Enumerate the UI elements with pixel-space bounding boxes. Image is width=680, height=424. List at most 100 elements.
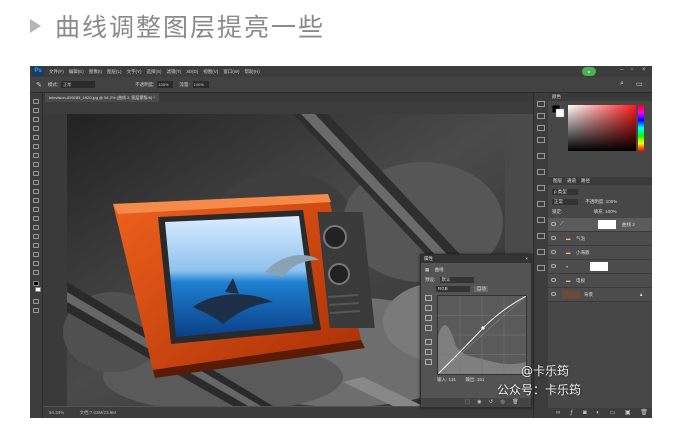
eye-icon[interactable] (551, 264, 556, 268)
gradient-tool-icon[interactable] (33, 198, 39, 203)
path-select-tool-icon[interactable] (33, 243, 39, 248)
healing-tool-icon[interactable] (33, 153, 39, 158)
eye-icon[interactable] (551, 250, 556, 254)
marquee-tool-icon[interactable] (33, 108, 39, 113)
fx-icon[interactable]: ƒ (570, 410, 573, 416)
lasso-tool-icon[interactable] (33, 117, 39, 122)
channel-select[interactable]: RGB (436, 286, 470, 292)
dodge-tool-icon[interactable] (33, 216, 39, 221)
brush-panel-icon[interactable] (537, 137, 545, 143)
account-avatar[interactable]: ● (582, 67, 596, 76)
eraser-tool-icon[interactable] (33, 189, 39, 194)
menu-window[interactable]: 窗口(W) (223, 69, 239, 75)
link-layers-icon[interactable]: ∞ (556, 410, 560, 416)
menu-file[interactable]: 文件(F) (49, 69, 64, 75)
zoom-tool-icon[interactable] (33, 270, 39, 275)
opacity-input[interactable]: 100% (157, 81, 174, 88)
quick-select-tool-icon[interactable] (33, 126, 39, 131)
menu-layer[interactable]: 图层(L) (107, 69, 122, 75)
gray-point-eyedropper-icon[interactable] (425, 315, 432, 321)
type-tool-icon[interactable] (33, 234, 39, 239)
blur-tool-icon[interactable] (33, 207, 39, 212)
color-panel-tab[interactable]: 颜色 (548, 93, 652, 101)
adjustments-panel-icon[interactable] (537, 153, 545, 159)
white-point-eyedropper-icon[interactable] (425, 325, 432, 331)
new-layer-icon[interactable]: ▣ (625, 410, 631, 416)
smooth-curve-icon[interactable] (425, 359, 432, 365)
properties-tab[interactable]: 属性 × (421, 255, 531, 263)
brush-tool-icon[interactable]: ✎ (36, 81, 42, 89)
view-previous-icon[interactable]: ◉ (477, 399, 481, 405)
mode-select[interactable]: 正常 (61, 81, 96, 88)
tab-paths[interactable]: 路径 (581, 177, 590, 185)
hand-tool-icon[interactable] (33, 261, 39, 266)
output-value[interactable]: 151 (477, 377, 485, 382)
workspace-icon[interactable]: ▭ (636, 80, 643, 88)
menu-filter[interactable]: 滤镜(T) (167, 69, 182, 75)
play-icon[interactable] (537, 249, 545, 255)
eye-icon[interactable] (551, 278, 556, 282)
history-brush-tool-icon[interactable] (33, 180, 39, 185)
layer-row[interactable]: ▬ 小海豚 (548, 246, 652, 260)
layer-kind-select[interactable]: ρ 类型 (552, 188, 578, 195)
delete-icon[interactable]: 🗑︎ (512, 399, 518, 405)
preset-select[interactable]: 默认 (439, 277, 474, 283)
menu-image[interactable]: 图像(I) (89, 69, 102, 75)
eyedropper-tool-icon[interactable] (33, 144, 39, 149)
paragraph-panel-icon[interactable] (537, 113, 545, 119)
close-icon[interactable]: × (525, 255, 528, 263)
black-point-eyedropper-icon[interactable] (425, 305, 432, 311)
reset-icon[interactable]: ↺ (489, 399, 493, 405)
move-tool-icon[interactable] (33, 99, 39, 104)
menu-edit[interactable]: 编辑(E) (69, 69, 84, 75)
eye-icon[interactable] (551, 236, 556, 240)
blend-mode-select[interactable]: 正常 (552, 198, 578, 205)
close-icon[interactable]: × (642, 67, 646, 73)
delete-layer-icon[interactable]: 🗑︎ (640, 410, 648, 416)
shape-tool-icon[interactable] (33, 252, 39, 257)
clip-to-layer-icon[interactable]: ⬚ (465, 399, 470, 405)
libraries-panel-icon[interactable] (537, 201, 545, 207)
input-value[interactable]: 131 (449, 377, 457, 382)
stamp-tool-icon[interactable] (33, 171, 39, 176)
layer-row[interactable]: 背景 🔒︎ (548, 288, 652, 302)
menu-select[interactable]: 选择(S) (147, 69, 162, 75)
brush-tool-icon[interactable] (33, 162, 39, 167)
actions-panel-icon[interactable] (537, 217, 545, 223)
curve-graph[interactable] (437, 295, 527, 375)
menu-view[interactable]: 视图(V) (203, 69, 218, 75)
properties-panel-icon[interactable] (537, 265, 545, 271)
search-icon[interactable]: ⌕ (620, 80, 624, 88)
layer-row[interactable]: ▬ 气泡 (548, 232, 652, 246)
menu-type[interactable]: 文字(Y) (127, 69, 142, 75)
swatches-panel-icon[interactable] (537, 185, 545, 191)
info-panel-icon[interactable] (537, 233, 545, 239)
pencil-curve-icon[interactable] (425, 349, 432, 355)
new-group-icon[interactable]: ▭ (610, 410, 616, 416)
screen-mode-icon[interactable] (33, 308, 39, 313)
menu-3d[interactable]: 3D(D) (186, 69, 198, 74)
maximize-icon[interactable]: ▫ (631, 67, 633, 73)
minimize-icon[interactable]: – (620, 67, 623, 73)
add-mask-icon[interactable]: ◙ (583, 410, 587, 416)
character-panel-icon[interactable] (537, 125, 545, 131)
layer-row[interactable]: ⟋ 曲线 2 (548, 218, 652, 232)
new-adjustment-icon[interactable]: ◐ (596, 410, 600, 416)
foreground-color-swatch[interactable] (33, 281, 39, 286)
fill-value[interactable]: 100% (605, 209, 617, 214)
tab-layers[interactable]: 图层 (553, 177, 562, 185)
document-tab[interactable]: television-899285_1920.jpg @ 54.2% (曲线 2… (45, 93, 159, 102)
flow-input[interactable]: 100% (192, 81, 209, 88)
quick-mask-icon[interactable] (33, 299, 39, 304)
visibility-icon[interactable]: ◎ (500, 399, 504, 405)
styles-panel-icon[interactable] (537, 169, 545, 175)
layer-row[interactable]: ▬ 电视 (548, 274, 652, 288)
layer-row[interactable]: ◐ (548, 260, 652, 274)
target-adjust-icon[interactable] (425, 295, 432, 301)
curve-point-icon[interactable] (425, 339, 432, 345)
color-picker[interactable] (551, 104, 648, 161)
layer-opacity-value[interactable]: 100% (606, 199, 618, 204)
menu-help[interactable]: 帮助(H) (245, 69, 260, 75)
history-panel-icon[interactable] (537, 101, 545, 107)
tab-channels[interactable]: 通道 (567, 177, 576, 185)
